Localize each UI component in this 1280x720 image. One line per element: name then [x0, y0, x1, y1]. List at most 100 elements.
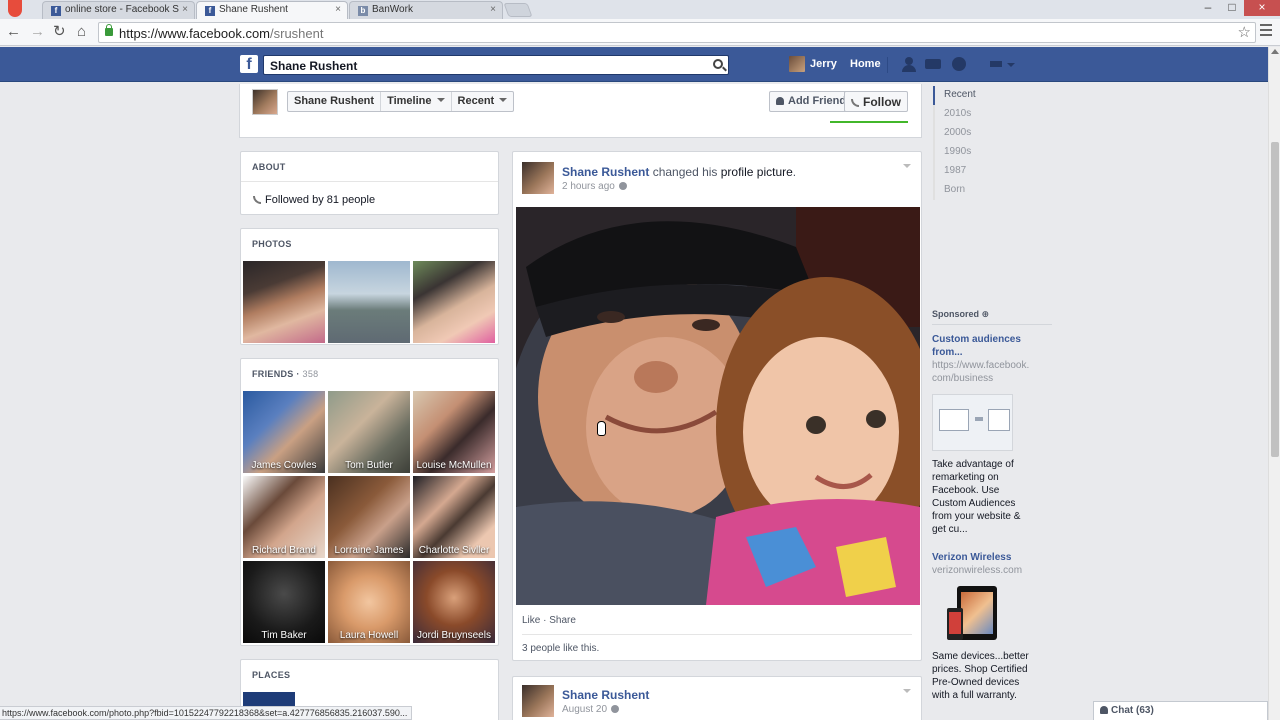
- followers-link[interactable]: 81 people: [327, 194, 375, 206]
- photo-thumbnail[interactable]: [328, 261, 410, 343]
- ad-image[interactable]: [945, 586, 1001, 642]
- photos-title[interactable]: PHOTOS: [252, 239, 292, 249]
- ad-description: Same devices...better prices. Shop Certif…: [932, 651, 1029, 701]
- post-likes-count[interactable]: 3 people like this.: [522, 643, 599, 654]
- settings-menu-icon[interactable]: [988, 57, 1018, 72]
- browser-profile-icon[interactable]: [8, 0, 22, 17]
- ad-url[interactable]: https://www.facebook. com/business: [932, 359, 1029, 385]
- close-tab-icon[interactable]: ×: [335, 4, 341, 15]
- post-actions[interactable]: Like · Share: [522, 615, 576, 626]
- year-born[interactable]: Born: [933, 181, 1003, 200]
- forward-icon[interactable]: →: [30, 24, 45, 40]
- friend-tile[interactable]: Charlotte Sivller: [413, 476, 495, 558]
- about-card: ABOUT Followed by 81 people: [240, 151, 499, 215]
- bookmark-star-icon[interactable]: ☆: [1238, 23, 1251, 41]
- browser-menu-icon[interactable]: [1260, 24, 1272, 39]
- friends-title[interactable]: FRIENDS · 358: [252, 369, 318, 379]
- facebook-favicon-icon: f: [51, 6, 61, 16]
- back-icon[interactable]: ←: [6, 24, 21, 40]
- close-tab-icon[interactable]: ×: [182, 4, 188, 15]
- maximize-icon[interactable]: □: [1220, 0, 1244, 16]
- ad-url[interactable]: verizonwireless.com: [932, 564, 1022, 577]
- photos-card: PHOTOS: [240, 228, 499, 345]
- chat-tab[interactable]: Chat (63): [1093, 701, 1268, 720]
- address-toolbar: ← → ↻ ⌂ https://www.facebook.com/srushen…: [0, 19, 1280, 46]
- post-timestamp[interactable]: 2 hours ago: [562, 181, 627, 192]
- user-name-link[interactable]: Jerry: [810, 58, 837, 70]
- post-timestamp[interactable]: August 20: [562, 704, 620, 715]
- year-2000s[interactable]: 2000s: [933, 124, 1003, 143]
- divider: [932, 324, 1052, 325]
- close-window-icon[interactable]: ×: [1244, 0, 1280, 16]
- friend-tile[interactable]: Lorraine James: [328, 476, 410, 558]
- post-author-link[interactable]: Shane Rushent: [562, 165, 649, 179]
- ad-info-icon[interactable]: ⊕: [982, 309, 990, 319]
- crumb-profile-name[interactable]: Shane Rushent: [288, 92, 382, 111]
- add-friend-icon: [776, 97, 784, 105]
- browser-tab-bar: f online store - Facebook S × f Shane Rush…: [0, 0, 1280, 19]
- active-tab-indicator: [830, 121, 908, 123]
- scroll-up-icon[interactable]: [1271, 49, 1279, 54]
- timeline-post: Shane Rushent August 20: [512, 676, 922, 720]
- friend-tile[interactable]: Louise McMullen: [413, 391, 495, 473]
- profile-picture-link[interactable]: profile picture: [721, 165, 793, 179]
- hand-cursor-icon: [597, 421, 606, 436]
- rss-icon: [253, 196, 261, 204]
- add-friend-button[interactable]: Add Friend: [769, 91, 854, 112]
- friend-tile[interactable]: Jordi Bruynseels: [413, 561, 495, 643]
- friend-tile[interactable]: Richard Brand: [243, 476, 325, 558]
- post-options-chevron-icon[interactable]: [903, 164, 911, 168]
- timeline-year-nav: Recent 2010s 2000s 1990s 1987 Born: [933, 86, 1003, 200]
- year-recent[interactable]: Recent: [933, 86, 1003, 105]
- minimize-icon[interactable]: –: [1196, 0, 1220, 16]
- friend-tile[interactable]: James Cowles: [243, 391, 325, 473]
- friend-tile[interactable]: Tim Baker: [243, 561, 325, 643]
- ad-description: Take advantage of remarketing on Facebook.…: [932, 459, 1021, 535]
- url-bar[interactable]: https://www.facebook.com/srushent ☆: [98, 22, 1256, 43]
- ad-title-link[interactable]: Custom audiences from...: [932, 333, 1021, 359]
- tab-online-store[interactable]: f online store - Facebook S ×: [42, 1, 195, 19]
- friend-requests-icon[interactable]: [901, 57, 917, 72]
- close-tab-icon[interactable]: ×: [490, 4, 496, 15]
- crumb-timeline[interactable]: Timeline: [381, 92, 452, 111]
- places-title[interactable]: PLACES: [252, 670, 290, 680]
- new-tab-button[interactable]: [503, 3, 533, 17]
- public-globe-icon: [618, 182, 627, 190]
- facebook-search-input[interactable]: Shane Rushent: [263, 55, 729, 75]
- home-icon[interactable]: ⌂: [77, 24, 86, 40]
- year-2010s[interactable]: 2010s: [933, 105, 1003, 124]
- friend-tile[interactable]: Tom Butler: [328, 391, 410, 473]
- reload-icon[interactable]: ↻: [53, 24, 66, 40]
- profile-thumbnail[interactable]: [252, 89, 278, 115]
- post-author-avatar[interactable]: [522, 162, 554, 194]
- url-text: https://www.facebook.com/srushent: [119, 26, 324, 41]
- search-icon[interactable]: [713, 59, 723, 69]
- facebook-favicon-icon: f: [205, 6, 215, 16]
- year-1987[interactable]: 1987: [933, 162, 1003, 181]
- post-author-avatar[interactable]: [522, 685, 554, 717]
- about-title: ABOUT: [252, 162, 286, 172]
- post-author-link[interactable]: Shane Rushent: [562, 688, 649, 702]
- photo-thumbnail[interactable]: [243, 261, 325, 343]
- notifications-globe-icon[interactable]: [952, 57, 967, 72]
- chevron-down-icon: [499, 98, 508, 102]
- rss-icon: [851, 99, 859, 107]
- friend-tile[interactable]: Laura Howell: [328, 561, 410, 643]
- crumb-recent[interactable]: Recent: [452, 92, 514, 111]
- profile-nav-strip: Shane Rushent Timeline Recent Add Friend…: [239, 84, 922, 138]
- ad-title-link[interactable]: Verizon Wireless: [932, 551, 1011, 564]
- year-1990s[interactable]: 1990s: [933, 143, 1003, 162]
- post-options-chevron-icon[interactable]: [903, 689, 911, 693]
- photo-thumbnail[interactable]: [413, 261, 495, 343]
- profile-picture-photo[interactable]: [516, 207, 920, 605]
- messages-icon[interactable]: [925, 57, 943, 72]
- ad-image[interactable]: [932, 394, 1013, 451]
- tab-banwork[interactable]: b BanWork ×: [349, 1, 503, 19]
- page-scrollbar[interactable]: [1268, 47, 1280, 720]
- scroll-thumb[interactable]: [1271, 142, 1279, 457]
- user-avatar[interactable]: [789, 56, 805, 72]
- home-link[interactable]: Home: [850, 58, 881, 70]
- facebook-logo-icon[interactable]: f: [240, 55, 258, 73]
- tab-shane-rushent[interactable]: f Shane Rushent ×: [196, 1, 348, 19]
- follow-button[interactable]: Follow: [844, 91, 908, 112]
